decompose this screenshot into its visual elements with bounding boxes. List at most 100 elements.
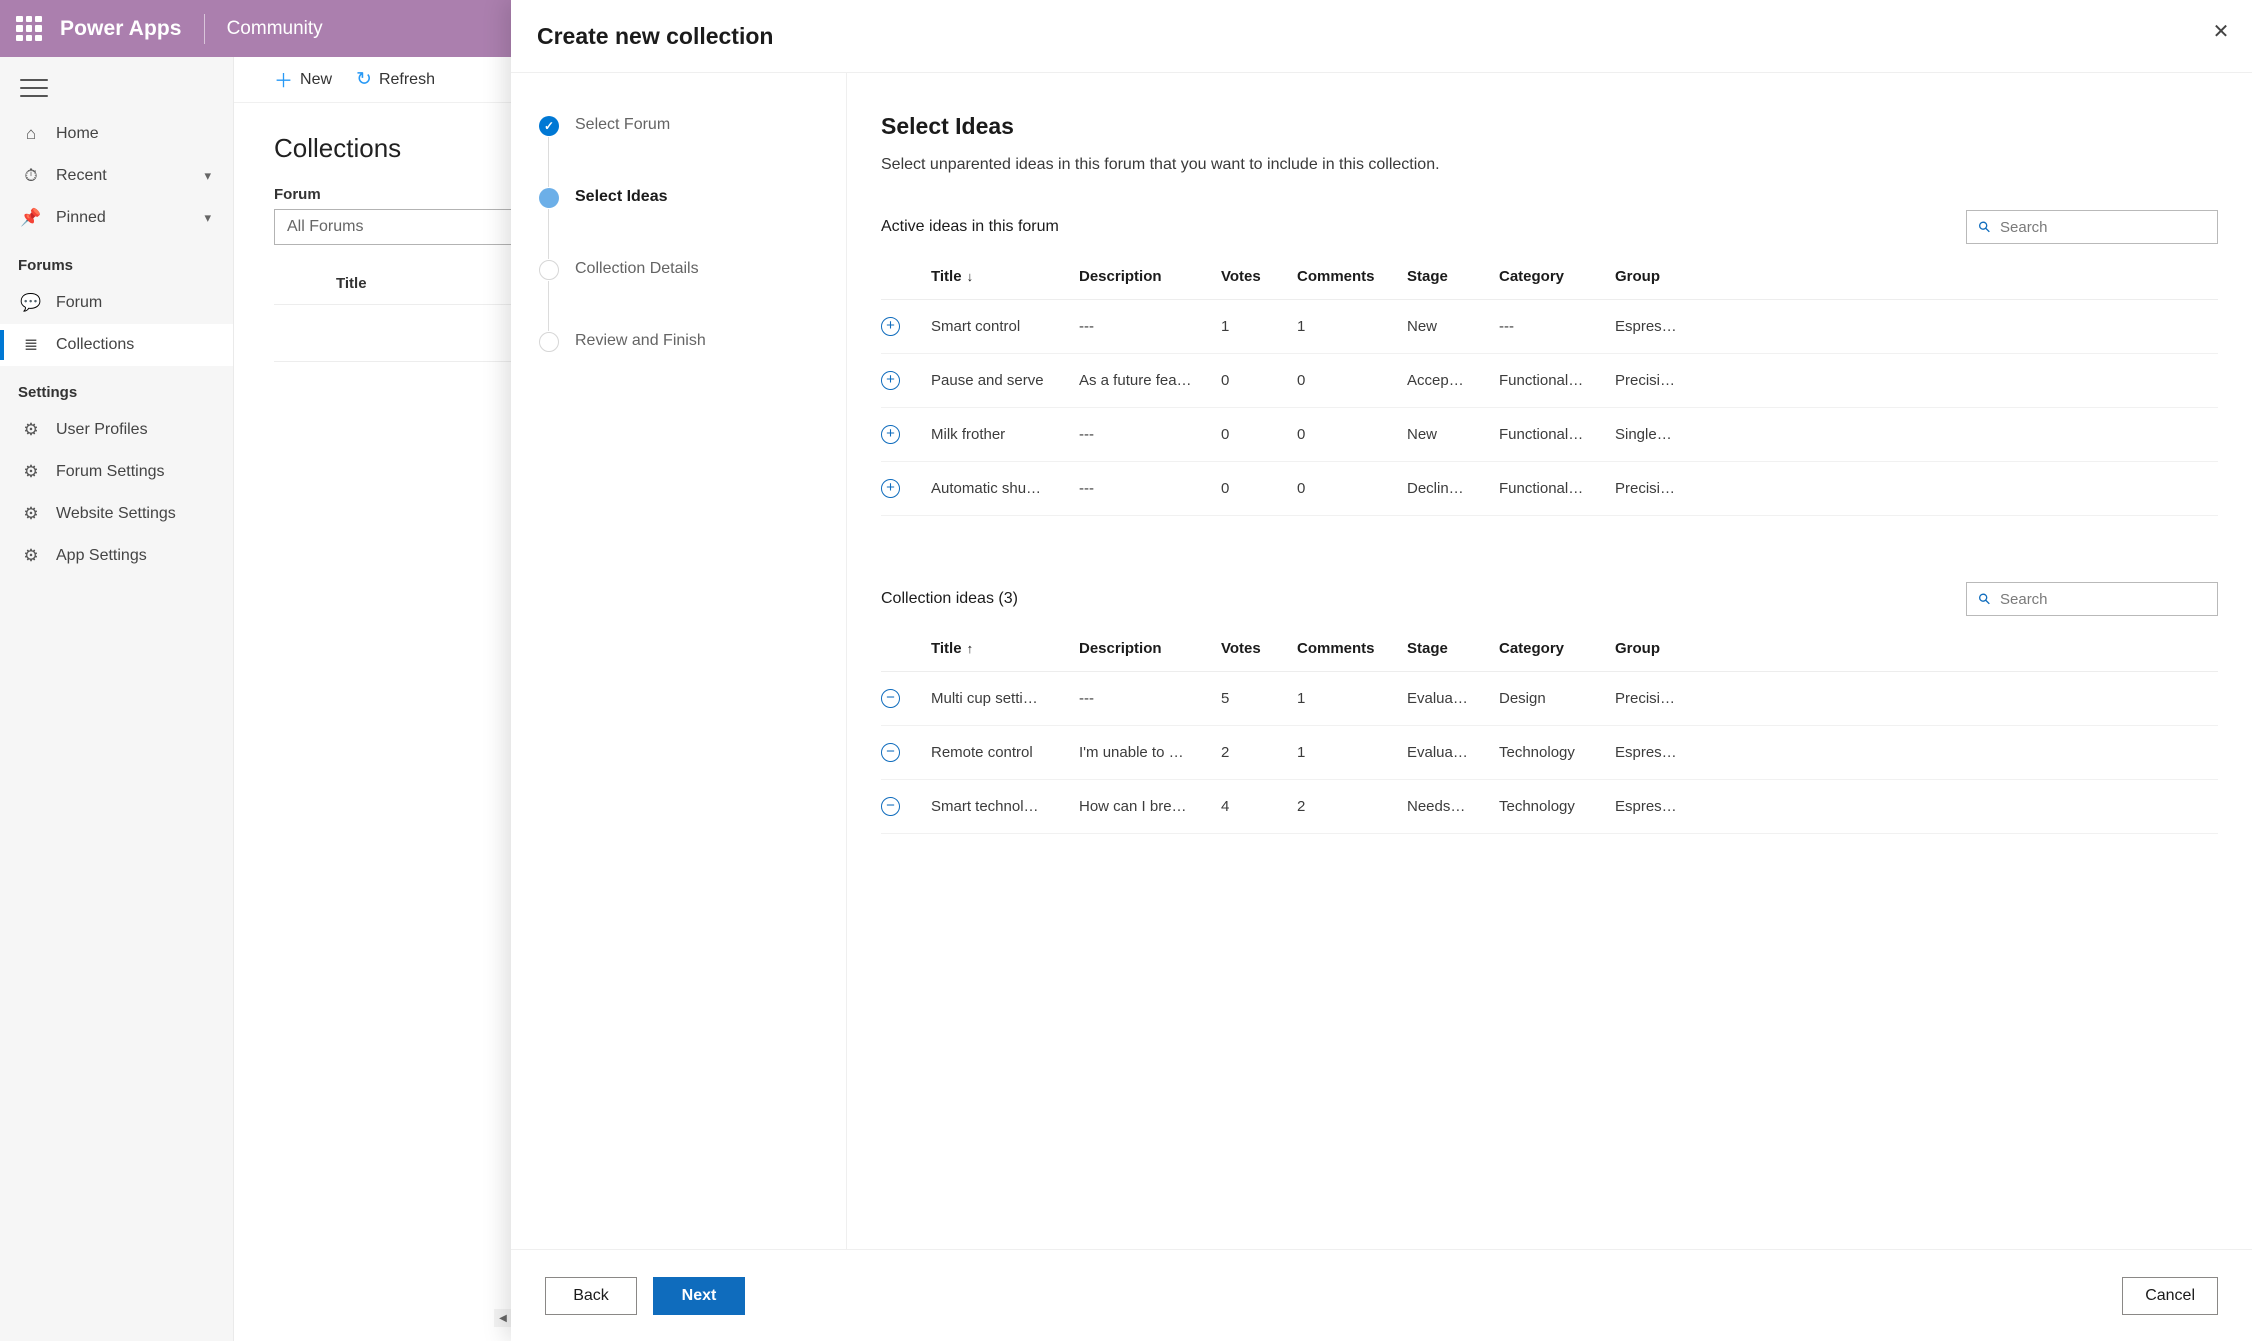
column-header-votes[interactable]: Votes [1221, 268, 1297, 300]
column-header-description[interactable]: Description [1079, 268, 1221, 300]
table-row[interactable]: + Smart control --- 1 1 New --- Espres… [881, 299, 2218, 354]
active-ideas-section-header: Active ideas in this forum ⚲ Search [881, 210, 2218, 244]
sidebar-item-collections[interactable]: ≣ Collections [0, 324, 233, 366]
chevron-down-icon[interactable]: ▾ [204, 168, 211, 184]
sidebar-item-forum-settings[interactable]: ⚙ Forum Settings [0, 451, 233, 493]
panel-heading: Select Ideas [881, 113, 1014, 139]
add-idea-button[interactable]: + [881, 317, 900, 336]
table-row[interactable]: − Remote control I'm unable to … 2 1 Eva… [881, 725, 2218, 780]
sidebar-item-user-profiles[interactable]: ⚙ User Profiles [0, 409, 233, 451]
cell-title: Pause and serve [931, 353, 1079, 408]
column-header-title[interactable]: Title ↓ [931, 268, 1079, 300]
sidebar-item-home[interactable]: ⌂ Home [0, 113, 233, 155]
add-idea-button[interactable]: + [881, 371, 900, 390]
collection-ideas-table: Title ↑ Description Votes Comments Stage … [881, 640, 2218, 834]
sidebar-item-label: Collections [56, 336, 135, 353]
refresh-button[interactable]: ↻ Refresh [356, 68, 435, 91]
plus-icon: + [886, 371, 895, 388]
cell-comments: 1 [1297, 299, 1407, 354]
cell-description: --- [1079, 299, 1221, 354]
new-button-label: New [300, 70, 333, 88]
wizard-step-select-forum[interactable]: Select Forum [511, 115, 846, 187]
collection-ideas-search-input[interactable]: ⚲ Search [1966, 582, 2218, 616]
column-header-category[interactable]: Category [1499, 268, 1615, 300]
brand-subtitle: Community [226, 17, 323, 39]
cell-description: How can I bre… [1079, 779, 1221, 834]
scroll-left-icon[interactable]: ◀ [494, 1313, 512, 1324]
wizard-panel: Select Ideas Select unparented ideas in … [847, 73, 2252, 1249]
wizard-step-label: Select Forum [575, 116, 671, 133]
table-row[interactable]: − Multi cup setti… --- 5 1 Evalua… Desig… [881, 671, 2218, 726]
column-header-category[interactable]: Category [1499, 640, 1615, 672]
cell-category: Functional… [1499, 407, 1615, 462]
cell-stage: Accep… [1407, 353, 1499, 408]
sidebar-item-forum[interactable]: 💬 Forum [0, 282, 233, 324]
minus-icon: − [886, 743, 895, 760]
refresh-button-label: Refresh [378, 70, 435, 88]
wizard-steps: Select Forum Select Ideas Collection Det… [511, 73, 847, 1249]
sidebar-item-pinned[interactable]: 📌 Pinned ▾ [0, 197, 233, 239]
collection-ideas-section-header: Collection ideas (3) ⚲ Search [881, 582, 2218, 616]
cell-group: Single… [1615, 407, 2218, 462]
remove-idea-button[interactable]: − [881, 689, 900, 708]
table-row[interactable]: + Automatic shu… --- 0 0 Declin… Functio… [881, 461, 2218, 516]
table-row[interactable]: + Milk frother --- 0 0 New Functional… S… [881, 407, 2218, 462]
cell-group: Precisi… [1615, 353, 2218, 408]
cell-votes: 0 [1221, 353, 1297, 408]
column-header-group[interactable]: Group [1615, 640, 2218, 672]
app-launcher-icon[interactable] [16, 15, 42, 42]
column-header-stage[interactable]: Stage [1407, 268, 1499, 300]
cell-stage: Evalua… [1407, 725, 1499, 780]
remove-idea-button[interactable]: − [881, 743, 900, 762]
action-column-header [881, 640, 931, 672]
column-header-votes[interactable]: Votes [1221, 640, 1297, 672]
cell-description: I'm unable to … [1079, 725, 1221, 780]
step-connector [548, 137, 549, 187]
sidebar-item-app-settings[interactable]: ⚙ App Settings [0, 535, 233, 577]
minus-icon: − [886, 689, 895, 706]
wizard-step-select-ideas[interactable]: Select Ideas [511, 187, 846, 259]
column-header-comments[interactable]: Comments [1297, 640, 1407, 672]
table-row[interactable]: − Smart technol… How can I bre… 4 2 Need… [881, 779, 2218, 834]
step-status-todo-icon [539, 332, 559, 352]
step-status-todo-icon [539, 260, 559, 280]
close-icon[interactable]: ✕ [2190, 0, 2252, 62]
wizard-step-review-and-finish[interactable]: Review and Finish [511, 331, 846, 403]
column-header-description[interactable]: Description [1079, 640, 1221, 672]
column-header-stage[interactable]: Stage [1407, 640, 1499, 672]
column-header-group[interactable]: Group [1615, 268, 2218, 300]
cell-stage: Needs… [1407, 779, 1499, 834]
back-button[interactable]: Back [545, 1276, 637, 1315]
search-icon: ⚲ [1974, 589, 1995, 610]
gear-icon: ⚙ [23, 420, 39, 439]
hamburger-icon[interactable] [20, 79, 48, 99]
sidebar-item-label: Pinned [56, 209, 106, 226]
cancel-button[interactable]: Cancel [2122, 1276, 2218, 1315]
sidebar-group-forums: Forums [18, 257, 74, 274]
cell-description: --- [1079, 671, 1221, 726]
column-header-comments[interactable]: Comments [1297, 268, 1407, 300]
clock-icon: ⏱ [24, 166, 38, 185]
sidebar-item-recent[interactable]: ⏱ Recent ▾ [0, 155, 233, 197]
cell-stage: Declin… [1407, 461, 1499, 516]
add-idea-button[interactable]: + [881, 479, 900, 498]
table-header-row: Title ↓ Description Votes Comments Stage … [881, 268, 2218, 300]
sidebar-item-label: Recent [56, 167, 107, 184]
collections-icon: ≣ [23, 335, 39, 354]
next-button[interactable]: Next [653, 1276, 745, 1315]
wizard-step-collection-details[interactable]: Collection Details [511, 259, 846, 331]
gear-icon: ⚙ [23, 504, 39, 523]
remove-idea-button[interactable]: − [881, 797, 900, 816]
brand-divider [203, 13, 205, 44]
add-idea-button[interactable]: + [881, 425, 900, 444]
column-label: Title [931, 268, 962, 285]
active-ideas-search-input[interactable]: ⚲ Search [1966, 210, 2218, 244]
table-row[interactable]: + Pause and serve As a future fea… 0 0 A… [881, 353, 2218, 408]
cell-category: Functional… [1499, 461, 1615, 516]
chevron-down-icon[interactable]: ▾ [204, 210, 211, 226]
new-button[interactable]: ＋ New [274, 66, 332, 93]
row-action-cell: + [881, 461, 931, 516]
column-header-title[interactable]: Title ↑ [931, 640, 1079, 672]
sidebar-item-website-settings[interactable]: ⚙ Website Settings [0, 493, 233, 535]
collection-ideas-title: Collection ideas (3) [881, 590, 1018, 607]
